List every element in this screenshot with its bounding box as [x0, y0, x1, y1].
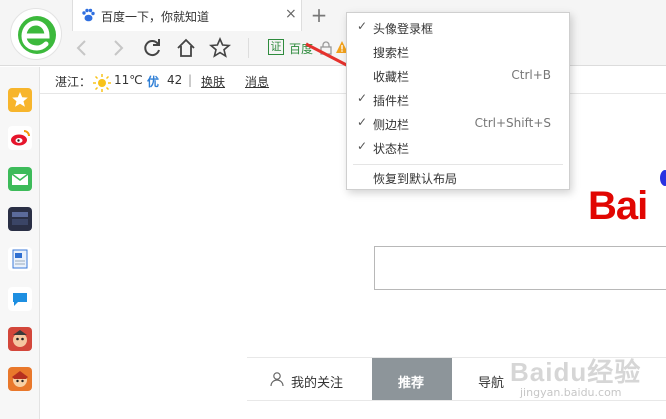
browser-tab[interactable]: 百度一下，你就知道 ×: [72, 0, 302, 31]
menu-item-sidebar[interactable]: ✓ 侧边栏 Ctrl+Shift+S: [347, 111, 569, 135]
weibo-icon[interactable]: [8, 126, 32, 150]
menu-item-favorites-bar[interactable]: 收藏栏 Ctrl+B: [347, 63, 569, 87]
baidu-logo-dot: [660, 170, 666, 186]
menu-item-label: 侧边栏: [373, 118, 410, 132]
game-app-icon-1[interactable]: [8, 327, 32, 351]
baidu-logo: Bai: [588, 184, 648, 228]
messages-link[interactable]: 消息: [245, 73, 269, 90]
tab-close-icon[interactable]: ×: [285, 6, 297, 22]
tab-recommend[interactable]: 推荐: [372, 358, 452, 400]
temperature: 11℃: [114, 73, 143, 87]
menu-item-label: 头像登录框: [373, 22, 434, 36]
game-news-icon[interactable]: [8, 207, 32, 231]
reload-icon[interactable]: [140, 36, 164, 60]
check-icon: ✓: [357, 19, 368, 33]
menu-item-label: 插件栏: [373, 94, 410, 108]
watermark-url: jingyan.baidu.com: [520, 386, 622, 399]
person-icon: [269, 371, 285, 390]
word-doc-icon[interactable]: [8, 247, 32, 271]
menu-item-label: 恢复到默认布局: [373, 172, 458, 186]
cert-badge[interactable]: 证: [268, 39, 284, 55]
baidu-paw-icon: [81, 8, 95, 22]
tab-my-follow-label: 我的关注: [291, 376, 344, 391]
chat-icon[interactable]: [8, 287, 32, 311]
tab-my-follow[interactable]: 我的关注: [247, 358, 371, 400]
new-tab-button[interactable]: +: [308, 3, 330, 27]
city-label: 湛江：: [55, 75, 92, 89]
aqi-value: 42: [167, 73, 183, 87]
toolbar-divider: [248, 38, 249, 58]
skin-link[interactable]: 换肤: [201, 73, 225, 90]
sidebar: [0, 67, 40, 419]
menu-item-restore-default[interactable]: 恢复到默认布局: [347, 165, 569, 189]
browser-logo[interactable]: [10, 8, 62, 60]
menu-item-label: 收藏栏: [373, 70, 410, 84]
back-icon[interactable]: [70, 36, 94, 60]
forward-icon[interactable]: [106, 36, 130, 60]
menu-item-shortcut: Ctrl+B: [511, 68, 551, 82]
check-icon: ✓: [357, 115, 368, 129]
home-icon[interactable]: [174, 36, 198, 60]
tab-navigation-label: 导航: [478, 376, 505, 391]
menu-item-plugin-bar[interactable]: ✓ 插件栏: [347, 87, 569, 111]
tab-recommend-label: 推荐: [398, 376, 425, 391]
aqi-label: 优: [147, 75, 160, 89]
game-app-icon-2[interactable]: [8, 367, 32, 391]
tab-title: 百度一下，你就知道: [101, 10, 210, 24]
menu-item-search-bar[interactable]: 搜索栏: [347, 39, 569, 63]
menu-item-status-bar[interactable]: ✓ 状态栏: [347, 135, 569, 159]
menu-item-avatar-login[interactable]: ✓ 头像登录框: [347, 15, 569, 39]
watermark: Baidu经验: [510, 357, 642, 387]
menu-item-label: 搜索栏: [373, 46, 410, 60]
check-icon: ✓: [357, 91, 368, 105]
search-input[interactable]: [374, 246, 666, 290]
toolbar-context-menu: ✓ 头像登录框 搜索栏 收藏栏 Ctrl+B ✓ 插件栏 ✓ 侧边栏 Ctrl+…: [346, 12, 570, 190]
360-logo-icon: [18, 16, 56, 54]
sun-icon: [92, 73, 112, 96]
star-icon[interactable]: [208, 36, 232, 60]
aqi-separator: |: [188, 73, 193, 87]
menu-item-label: 状态栏: [373, 142, 410, 156]
menu-item-shortcut: Ctrl+Shift+S: [474, 116, 551, 130]
check-icon: ✓: [357, 139, 368, 153]
favorites-icon[interactable]: [8, 88, 32, 112]
mail-icon[interactable]: [8, 167, 32, 191]
